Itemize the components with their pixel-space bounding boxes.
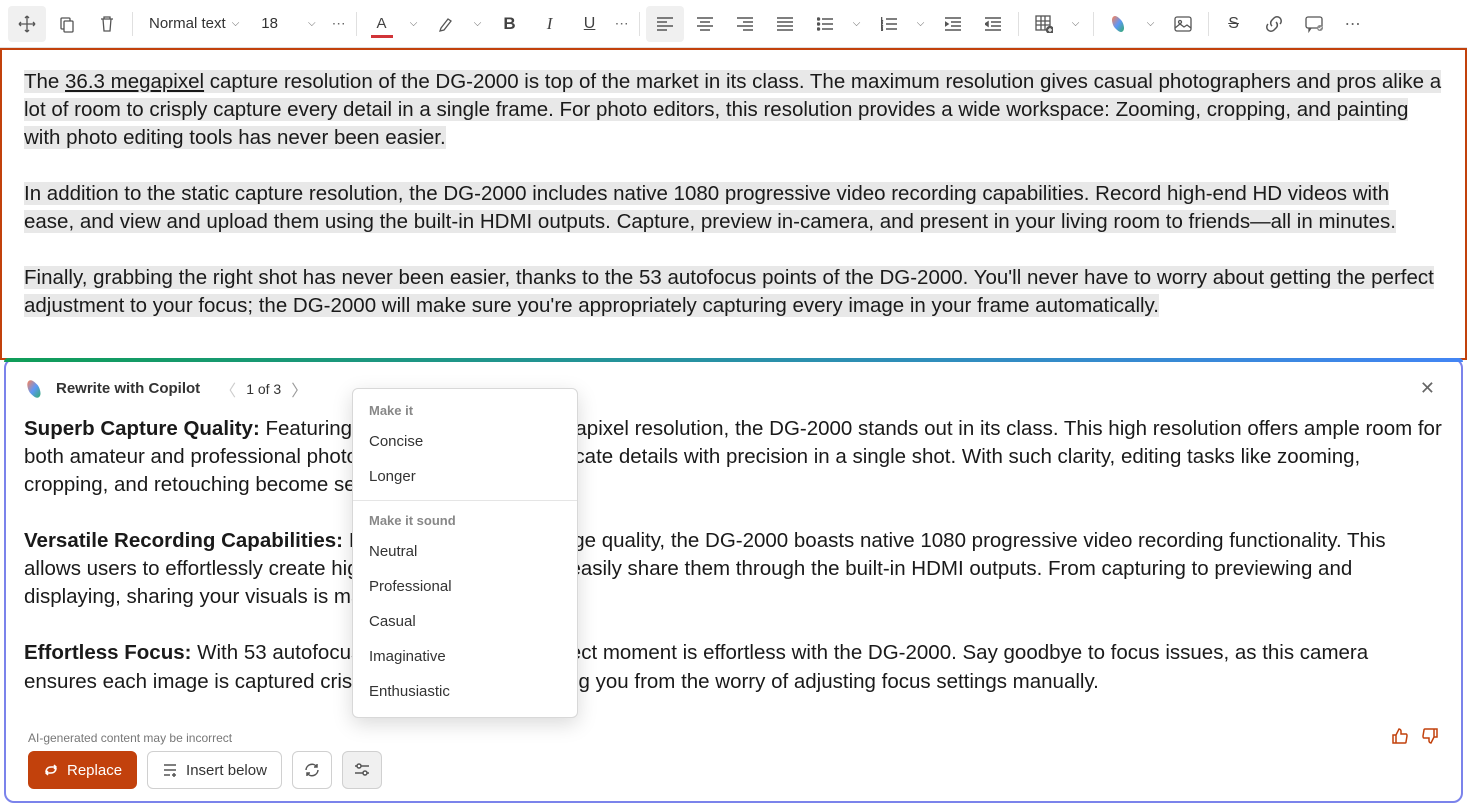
font-size-select[interactable]: 18 ⌵ bbox=[251, 6, 325, 42]
more-options-icon[interactable]: ⋯ bbox=[328, 6, 350, 42]
paragraph: In addition to the static capture resolu… bbox=[24, 180, 1443, 236]
link-text[interactable]: 36.3 megapixel bbox=[65, 70, 204, 93]
page-indicator: 1 of 3 bbox=[246, 381, 281, 397]
table-button[interactable] bbox=[1025, 6, 1063, 42]
sliders-icon bbox=[353, 761, 371, 779]
copilot-title: Rewrite with Copilot bbox=[56, 380, 200, 397]
option-imaginative[interactable]: Imaginative bbox=[353, 639, 577, 674]
thumbs-up-button[interactable] bbox=[1391, 727, 1409, 745]
option-professional[interactable]: Professional bbox=[353, 569, 577, 604]
align-right-button[interactable] bbox=[726, 6, 764, 42]
strikethrough-button[interactable]: S bbox=[1215, 6, 1253, 42]
copilot-actions: Replace Insert below bbox=[28, 751, 382, 789]
insert-icon bbox=[162, 762, 178, 778]
regenerate-icon bbox=[303, 761, 321, 779]
bullet-list-dropdown[interactable]: ⌵ bbox=[846, 6, 868, 42]
copy-icon[interactable] bbox=[48, 6, 86, 42]
option-casual[interactable]: Casual bbox=[353, 604, 577, 639]
copilot-suggestion-body: Superb Capture Quality: Featuring an imp… bbox=[24, 415, 1443, 696]
feedback-buttons bbox=[1391, 727, 1439, 745]
separator bbox=[1093, 12, 1094, 36]
replace-button[interactable]: Replace bbox=[28, 751, 137, 789]
chevron-down-icon: ⌵ bbox=[308, 18, 316, 29]
svg-text:3: 3 bbox=[881, 27, 883, 31]
copilot-nav: 〈 1 of 3 〉 bbox=[220, 377, 307, 401]
option-concise[interactable]: Concise bbox=[353, 424, 577, 459]
move-icon[interactable] bbox=[8, 6, 46, 42]
numbered-list-button[interactable]: 123 bbox=[870, 6, 908, 42]
replace-icon bbox=[43, 762, 59, 778]
delete-icon[interactable] bbox=[88, 6, 126, 42]
option-enthusiastic[interactable]: Enthusiastic bbox=[353, 674, 577, 709]
align-justify-button[interactable] bbox=[766, 6, 804, 42]
align-center-button[interactable] bbox=[686, 6, 724, 42]
copilot-logo-icon bbox=[24, 378, 46, 400]
more-button[interactable]: ⋯ bbox=[1335, 6, 1373, 42]
suggestion-paragraph: Effortless Focus: With 53 autofocus poin… bbox=[24, 639, 1443, 695]
image-button[interactable] bbox=[1164, 6, 1202, 42]
ai-disclaimer: AI-generated content may be incorrect bbox=[28, 731, 232, 745]
more-format-icon[interactable]: ⋯ bbox=[611, 6, 633, 42]
comment-button[interactable] bbox=[1295, 6, 1333, 42]
increase-indent-button[interactable] bbox=[934, 6, 972, 42]
suggestion-paragraph: Versatile Recording Capabilities: In add… bbox=[24, 527, 1443, 611]
separator bbox=[132, 12, 133, 36]
separator bbox=[1018, 12, 1019, 36]
decrease-indent-button[interactable] bbox=[974, 6, 1012, 42]
copilot-button[interactable] bbox=[1100, 6, 1138, 42]
separator bbox=[1208, 12, 1209, 36]
chevron-down-icon: ⌵ bbox=[232, 18, 240, 29]
copilot-header: Rewrite with Copilot 〈 1 of 3 〉 ✕ bbox=[24, 374, 1443, 403]
popup-section-header: Make it sound bbox=[353, 507, 577, 534]
prev-button[interactable]: 〈 bbox=[220, 377, 236, 401]
font-size-label: 18 bbox=[261, 15, 278, 32]
separator bbox=[639, 12, 640, 36]
popup-section-header: Make it bbox=[353, 397, 577, 424]
link-button[interactable] bbox=[1255, 6, 1293, 42]
document-body[interactable]: The 36.3 megapixel capture resolution of… bbox=[24, 68, 1443, 321]
font-color-dropdown[interactable]: ⌵ bbox=[403, 6, 425, 42]
next-button[interactable]: 〉 bbox=[291, 377, 307, 401]
underline-button[interactable]: U bbox=[571, 6, 609, 42]
adjust-button[interactable] bbox=[342, 751, 382, 789]
paragraph: Finally, grabbing the right shot has nev… bbox=[24, 264, 1443, 320]
table-dropdown[interactable]: ⌵ bbox=[1065, 6, 1087, 42]
paragraph: The 36.3 megapixel capture resolution of… bbox=[24, 68, 1443, 152]
separator bbox=[356, 12, 357, 36]
bold-button[interactable]: B bbox=[491, 6, 529, 42]
insert-below-button[interactable]: Insert below bbox=[147, 751, 282, 789]
formatting-toolbar: Normal text ⌵ 18 ⌵ ⋯ A ⌵ ⌵ B I U ⋯ ⌵ 123 ⌵… bbox=[0, 0, 1467, 48]
regenerate-button[interactable] bbox=[292, 751, 332, 789]
highlight-button[interactable] bbox=[427, 6, 465, 42]
thumbs-down-button[interactable] bbox=[1421, 727, 1439, 745]
numbered-list-dropdown[interactable]: ⌵ bbox=[910, 6, 932, 42]
copilot-dropdown[interactable]: ⌵ bbox=[1140, 6, 1162, 42]
text-style-label: Normal text bbox=[149, 15, 226, 32]
copilot-rewrite-pane: Rewrite with Copilot 〈 1 of 3 〉 ✕ Superb… bbox=[4, 358, 1463, 803]
align-left-button[interactable] bbox=[646, 6, 684, 42]
suggestion-paragraph: Superb Capture Quality: Featuring an imp… bbox=[24, 415, 1443, 499]
document-selection: The 36.3 megapixel capture resolution of… bbox=[0, 48, 1467, 360]
option-longer[interactable]: Longer bbox=[353, 459, 577, 494]
tone-popup: Make it Concise Longer Make it sound Neu… bbox=[352, 388, 578, 718]
bullet-list-button[interactable] bbox=[806, 6, 844, 42]
text-style-select[interactable]: Normal text ⌵ bbox=[139, 6, 249, 42]
close-button[interactable]: ✕ bbox=[1412, 374, 1443, 403]
highlight-dropdown[interactable]: ⌵ bbox=[467, 6, 489, 42]
option-neutral[interactable]: Neutral bbox=[353, 534, 577, 569]
italic-button[interactable]: I bbox=[531, 6, 569, 42]
font-color-button[interactable]: A bbox=[363, 6, 401, 42]
popup-divider bbox=[353, 500, 577, 501]
